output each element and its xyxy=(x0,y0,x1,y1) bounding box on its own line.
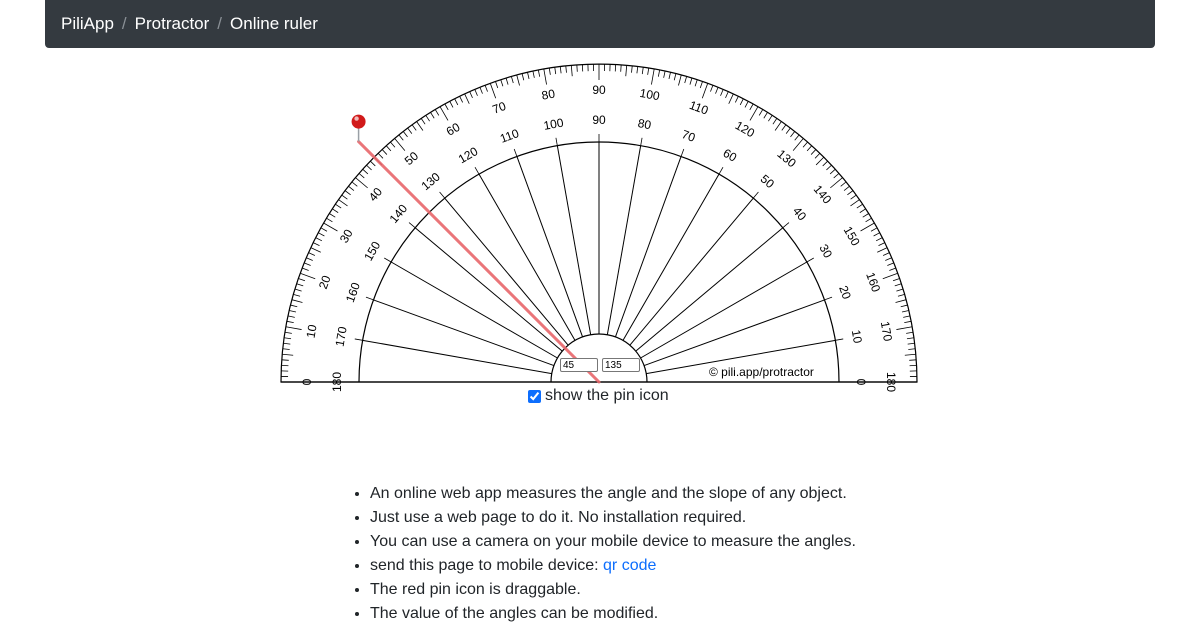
list-item-text: send this page to mobile device: xyxy=(370,557,604,574)
top-navbar: PiliApp / Protractor / Online ruler xyxy=(45,0,1155,48)
protractor-widget: 0 180 10 170 20 160 30 150 40 140 50 130 60 120 70 110 8… xyxy=(277,62,923,392)
list-item: An online web app measures the angle and… xyxy=(370,482,856,506)
protractor-outer-label: 180 xyxy=(884,372,898,392)
show-pin-checkbox[interactable] xyxy=(528,389,541,403)
breadcrumb-separator: / xyxy=(121,14,127,33)
breadcrumb-home-link[interactable]: PiliApp xyxy=(61,14,114,34)
list-item: The value of the angles can be modified. xyxy=(370,602,856,626)
info-list: An online web app measures the angle and… xyxy=(352,482,856,626)
breadcrumb-protractor-link[interactable]: Protractor xyxy=(135,14,210,34)
protractor-inner-label: 0 xyxy=(854,379,868,386)
protractor-outer-label: 80 xyxy=(541,86,557,102)
protractor-outer-label: 0 xyxy=(300,378,314,385)
show-pin-label: show the pin icon xyxy=(545,387,669,404)
protractor-inner-label: 90 xyxy=(592,113,606,127)
protractor-inner-label: 80 xyxy=(637,116,653,132)
list-item: send this page to mobile device: qr code xyxy=(370,554,856,578)
protractor-copyright: © pili.app/protractor xyxy=(709,365,814,379)
breadcrumb-current: Online ruler xyxy=(230,14,318,33)
list-item: The red pin icon is draggable. xyxy=(370,578,856,602)
protractor-inner-label: 180 xyxy=(330,372,344,392)
protractor-dial: 0 18010 17020 16030150401405013060120701108… xyxy=(280,63,918,392)
breadcrumb-separator: / xyxy=(217,14,223,33)
protractor-outer-label: 90 xyxy=(592,83,606,97)
protractor-outer-label: 10 xyxy=(304,323,320,339)
angle-right-input[interactable] xyxy=(602,358,640,372)
list-item: Just use a web page to do it. No install… xyxy=(370,506,856,530)
protractor-inner-label: 10 xyxy=(849,329,865,345)
pin-highlight xyxy=(354,116,359,121)
qr-code-link[interactable]: qr code xyxy=(603,557,656,574)
pin-icon xyxy=(351,114,366,129)
angle-left-input[interactable] xyxy=(560,358,598,372)
list-item: You can use a camera on your mobile devi… xyxy=(370,530,856,554)
show-pin-row: show the pin icon xyxy=(528,387,669,405)
